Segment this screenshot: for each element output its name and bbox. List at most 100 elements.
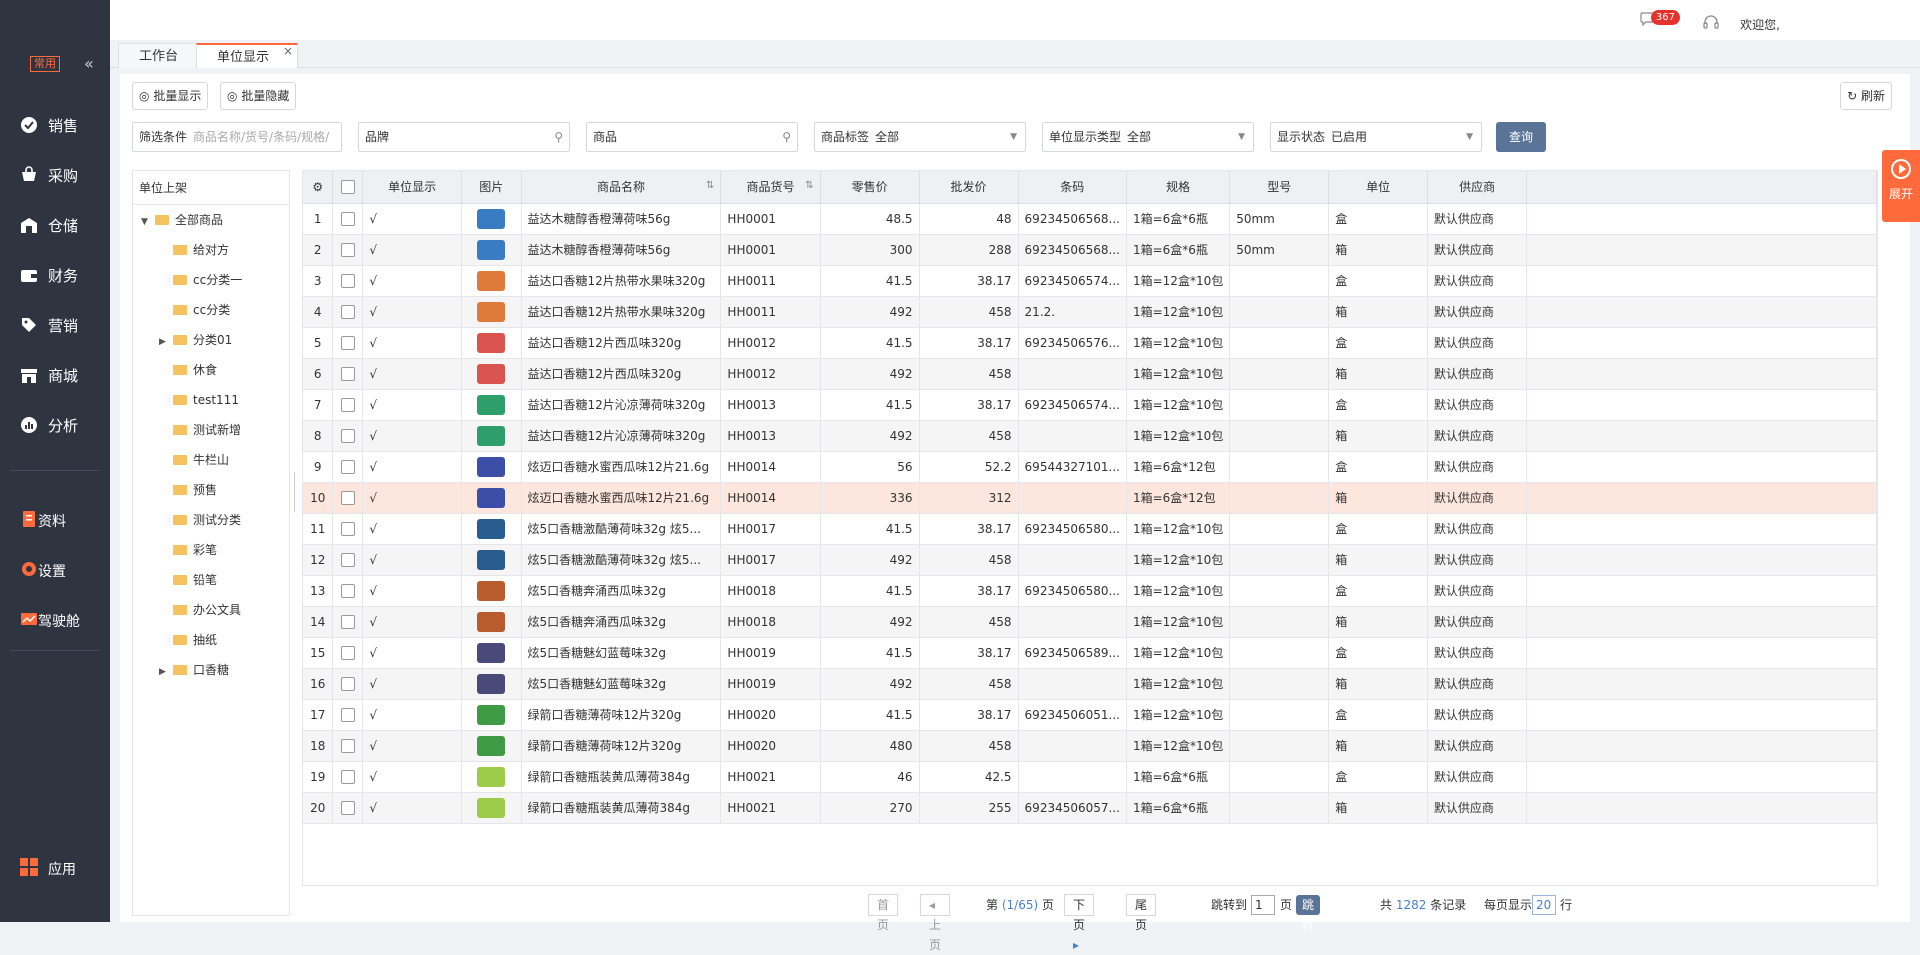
refresh-button[interactable]: ↻ 刷新: [1840, 82, 1892, 110]
prev-page-button[interactable]: ◂ 上页: [920, 894, 951, 952]
col-barcode[interactable]: 条码: [1018, 171, 1127, 204]
row-checkbox[interactable]: [332, 761, 364, 793]
brand-search-input[interactable]: 品牌 ⚲: [358, 122, 570, 152]
tab-unit-display[interactable]: 单位显示 ×: [196, 43, 299, 68]
tree-item[interactable]: 彩笔: [133, 535, 289, 565]
jump-button[interactable]: 跳转: [1296, 895, 1321, 932]
sidebar-item-cockpit[interactable]: 驾驶舱: [0, 596, 110, 646]
col-retail-price[interactable]: 零售价: [820, 171, 920, 204]
tree-item[interactable]: 预售: [133, 475, 289, 505]
row-checkbox[interactable]: [332, 296, 364, 328]
table-row[interactable]: 19 √ 绿箭口香糖瓶装黄瓜薄荷384g HH0021 46 42.5 1箱=6盒*6瓶 盒默…: [303, 761, 1877, 793]
table-row[interactable]: 3 √ 益达口香糖12片热带水果味320g HH0011 41.5 38.17 692345…: [303, 265, 1877, 297]
row-checkbox[interactable]: [332, 575, 364, 607]
table-row[interactable]: 6 √ 益达口香糖12片西瓜味320g HH0012 492 458 1箱=12盒*10包 箱…: [303, 358, 1877, 390]
first-page-button[interactable]: 首页: [868, 894, 899, 932]
tree-item[interactable]: 给对方: [133, 235, 289, 265]
batch-show-button[interactable]: ◎ 批量显示: [132, 82, 209, 110]
table-row[interactable]: 1 √ 益达木糖醇香橙薄荷味56g HH0001 48.5 48 69234506568..…: [303, 203, 1877, 235]
row-checkbox[interactable]: [332, 544, 364, 576]
tree-item[interactable]: 办公文具: [133, 595, 289, 625]
column-settings-icon[interactable]: ⚙: [303, 171, 334, 204]
tree-item[interactable]: 休食: [133, 355, 289, 385]
row-checkbox[interactable]: [332, 203, 364, 235]
table-row[interactable]: 20 √ 绿箭口香糖瓶装黄瓜薄荷384g HH0021 270 255 6923450605…: [303, 792, 1877, 824]
col-unit-display[interactable]: 单位显示: [362, 171, 462, 204]
sidebar-item-sales[interactable]: 销售: [0, 100, 110, 150]
display-status-select[interactable]: 显示状态 已启用 ▼: [1270, 122, 1482, 152]
row-checkbox[interactable]: [332, 699, 364, 731]
tree-root[interactable]: ▼ 全部商品: [133, 205, 289, 235]
col-wholesale-price[interactable]: 批发价: [919, 171, 1019, 204]
table-row[interactable]: 18 √ 绿箭口香糖薄荷味12片320g HH0020 480 458 1箱=12盒*10包…: [303, 730, 1877, 762]
tree-item[interactable]: 牛栏山: [133, 445, 289, 475]
tree-item[interactable]: 测试新增: [133, 415, 289, 445]
splitter-handle[interactable]: [294, 472, 296, 512]
sidebar-item-warehouse[interactable]: 仓储: [0, 200, 110, 250]
product-search-input[interactable]: 商品 ⚲: [586, 122, 798, 152]
tree-item[interactable]: 测试分类: [133, 505, 289, 535]
collapse-sidebar-icon[interactable]: «: [84, 54, 94, 73]
close-tab-icon[interactable]: ×: [283, 39, 293, 64]
expanded-arrow-icon[interactable]: ▼: [141, 207, 155, 237]
sidebar-item-marketing[interactable]: 营销: [0, 300, 110, 350]
row-checkbox[interactable]: [332, 389, 364, 421]
row-checkbox[interactable]: [332, 513, 364, 545]
col-product-name[interactable]: 商品名称 ⇅: [521, 171, 722, 204]
row-checkbox[interactable]: [332, 234, 364, 266]
tree-item[interactable]: 抽纸: [133, 625, 289, 655]
select-all-checkbox[interactable]: [332, 171, 364, 204]
tree-item[interactable]: cc分类一: [133, 265, 289, 295]
jump-page-input[interactable]: 1: [1251, 895, 1275, 915]
table-row[interactable]: 10 √ 炫迈口香糖水蜜西瓜味12片21.6g HH0014 336 312 1箱=6盒*1…: [303, 482, 1877, 514]
expand-panel-button[interactable]: 展开: [1882, 150, 1920, 222]
sidebar-item-app[interactable]: 应用: [20, 858, 76, 880]
table-row[interactable]: 2 √ 益达木糖醇香橙薄荷味56g HH0001 300 288 69234506568..…: [303, 234, 1877, 266]
row-checkbox[interactable]: [332, 482, 364, 514]
table-row[interactable]: 8 √ 益达口香糖12片沁凉薄荷味320g HH0013 492 458 1箱=12盒*10…: [303, 420, 1877, 452]
table-row[interactable]: 12 √ 炫5口香糖激酷薄荷味32g 炫5... HH0017 492 458 1箱=12盒…: [303, 544, 1877, 576]
product-tag-select[interactable]: 商品标签 全部 ▼: [814, 122, 1026, 152]
table-row[interactable]: 5 √ 益达口香糖12片西瓜味320g HH0012 41.5 38.17 69234506…: [303, 327, 1877, 359]
query-button[interactable]: 查询: [1496, 122, 1546, 152]
collapsed-arrow-icon[interactable]: ▶: [159, 327, 173, 357]
filter-keyword-field[interactable]: 筛选条件 商品名称/货号/条码/规格/: [132, 122, 342, 152]
sidebar-item-analysis[interactable]: 分析: [0, 400, 110, 450]
row-checkbox[interactable]: [332, 327, 364, 359]
row-checkbox[interactable]: [332, 637, 364, 669]
collapsed-arrow-icon[interactable]: ▶: [159, 657, 173, 687]
row-checkbox[interactable]: [332, 451, 364, 483]
tree-item[interactable]: test111: [133, 385, 289, 415]
table-row[interactable]: 15 √ 炫5口香糖魅幻蓝莓味32g HH0019 41.5 38.17 692345065…: [303, 637, 1877, 669]
row-checkbox[interactable]: [332, 792, 364, 824]
row-checkbox[interactable]: [332, 265, 364, 297]
unit-display-type-select[interactable]: 单位显示类型 全部 ▼: [1042, 122, 1254, 152]
vertical-scrollbar[interactable]: [1867, 211, 1875, 881]
col-spec[interactable]: 规格: [1126, 171, 1231, 204]
table-row[interactable]: 11 √ 炫5口香糖激酷薄荷味32g 炫5... HH0017 41.5 38.17 692…: [303, 513, 1877, 545]
sidebar-item-settings[interactable]: 设置: [0, 546, 110, 596]
sidebar-item-data[interactable]: 资料: [0, 496, 110, 546]
row-checkbox[interactable]: [332, 730, 364, 762]
search-icon[interactable]: ⚲: [782, 123, 791, 151]
table-row[interactable]: 4 √ 益达口香糖12片热带水果味320g HH0011 492 458 21.2. 1箱=1…: [303, 296, 1877, 328]
row-checkbox[interactable]: [332, 606, 364, 638]
sort-icon[interactable]: ⇅: [706, 180, 714, 191]
sort-icon[interactable]: ⇅: [805, 180, 813, 191]
col-image[interactable]: 图片: [461, 171, 522, 204]
tree-item[interactable]: cc分类: [133, 295, 289, 325]
tab-workbench[interactable]: 工作台: [118, 43, 200, 68]
search-icon[interactable]: ⚲: [554, 123, 563, 151]
table-row[interactable]: 17 √ 绿箭口香糖薄荷味12片320g HH0020 41.5 38.17 6923450…: [303, 699, 1877, 731]
sidebar-item-finance[interactable]: 财务: [0, 250, 110, 300]
col-product-code[interactable]: 商品货号 ⇅: [720, 171, 821, 204]
col-unit[interactable]: 单位: [1328, 171, 1428, 204]
row-checkbox[interactable]: [332, 420, 364, 452]
last-page-button[interactable]: 尾页: [1126, 894, 1157, 932]
common-tag[interactable]: 常用: [30, 56, 60, 72]
table-row[interactable]: 16 √ 炫5口香糖魅幻蓝莓味32g HH0019 492 458 1箱=12盒*10包 箱默…: [303, 668, 1877, 700]
batch-hide-button[interactable]: ◎ 批量隐藏: [220, 82, 297, 110]
table-row[interactable]: 13 √ 炫5口香糖奔涌西瓜味32g HH0018 41.5 38.17 692345065…: [303, 575, 1877, 607]
row-checkbox[interactable]: [332, 668, 364, 700]
row-checkbox[interactable]: [332, 358, 364, 390]
